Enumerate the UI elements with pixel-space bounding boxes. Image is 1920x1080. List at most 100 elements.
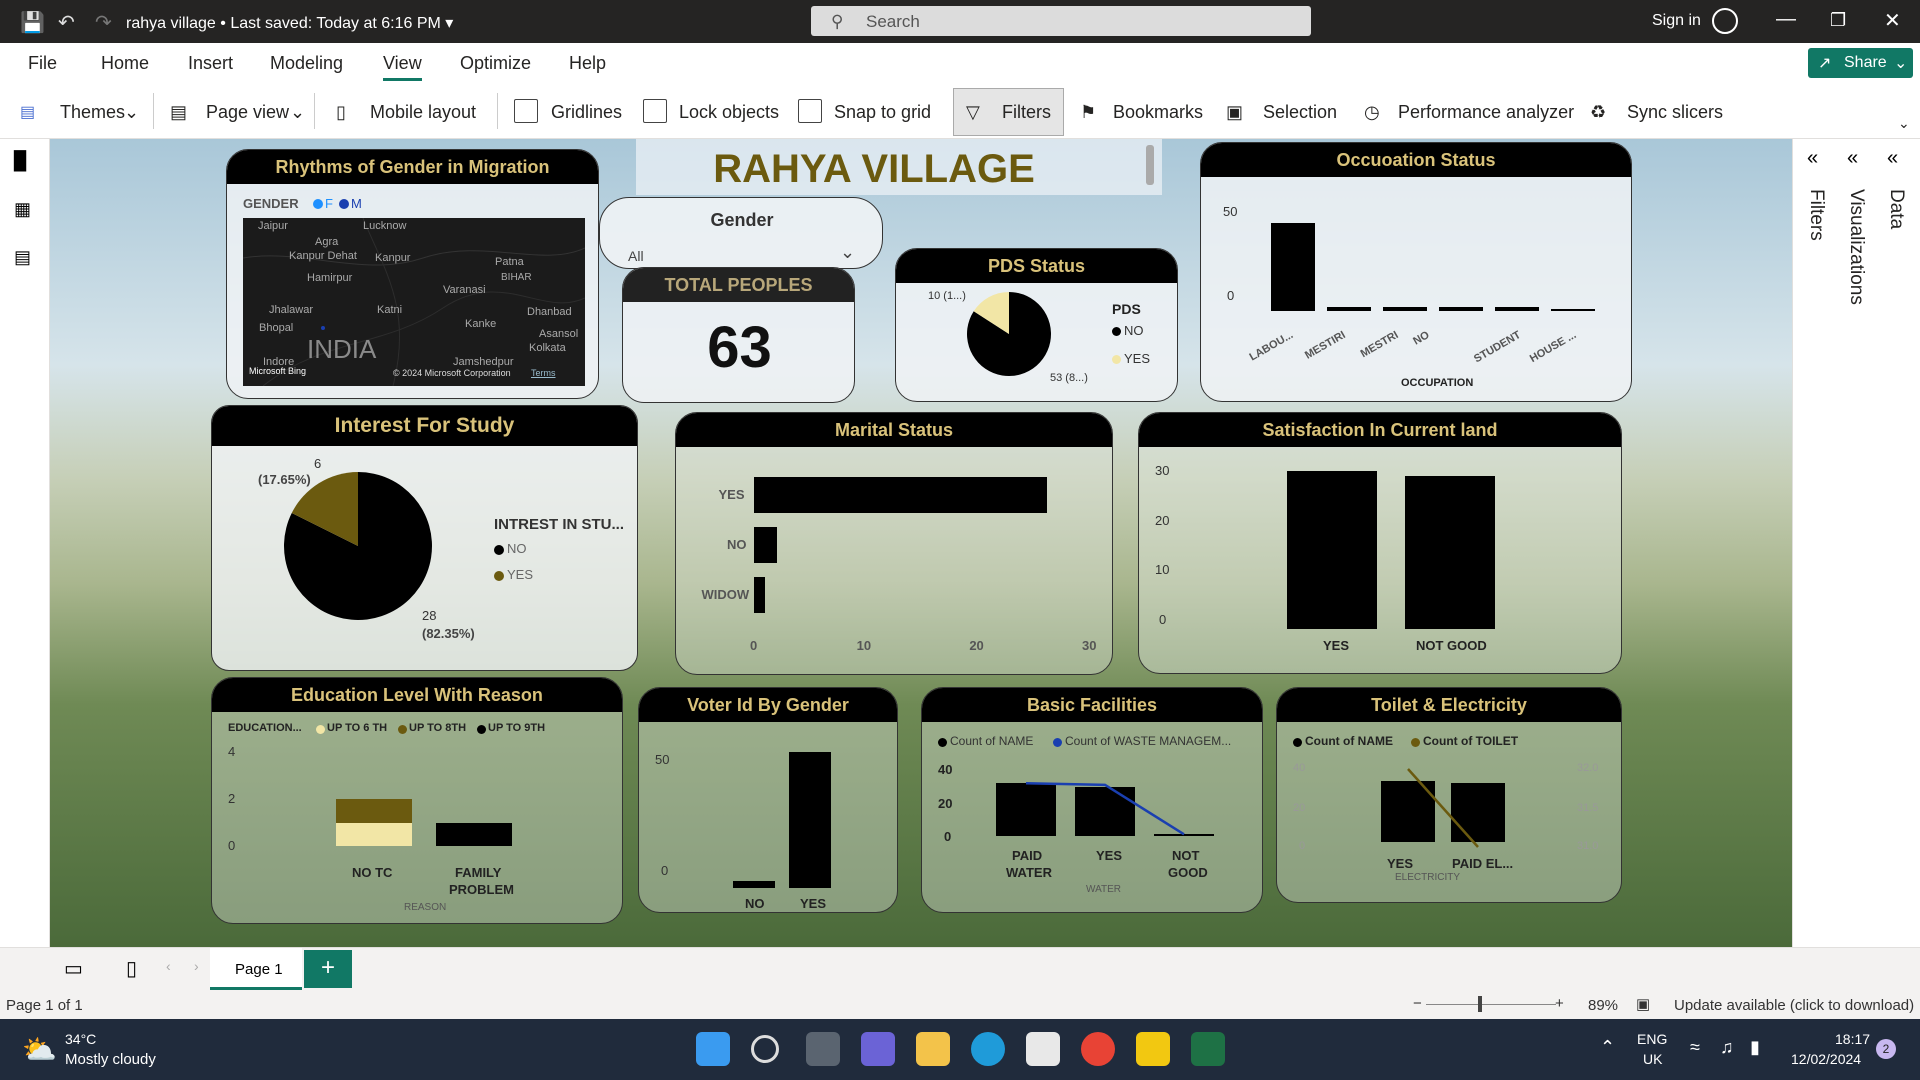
gridlines-label[interactable]: Gridlines: [551, 102, 622, 123]
map-visual[interactable]: Rhythms of Gender in Migration GENDER F …: [226, 149, 599, 399]
menu-modeling[interactable]: Modeling: [270, 53, 343, 74]
table-view-icon[interactable]: ▦: [14, 199, 31, 220]
lock-objects-label[interactable]: Lock objects: [679, 102, 779, 123]
mobile-layout-button[interactable]: Mobile layout: [370, 102, 476, 123]
filters-button[interactable]: ▽ Filters: [953, 88, 1064, 136]
fit-to-page-icon[interactable]: ▣: [1636, 995, 1650, 1013]
clock-date[interactable]: 12/02/2024: [1791, 1051, 1861, 1067]
restore-icon[interactable]: ❐: [1830, 10, 1846, 31]
search-icon[interactable]: [751, 1035, 779, 1063]
bar[interactable]: [789, 752, 831, 888]
occupation-visual[interactable]: Occuoation Status 50 0 LABOU... MESTIRI ME…: [1200, 142, 1632, 402]
teams-icon[interactable]: [861, 1032, 895, 1066]
menu-help[interactable]: Help: [569, 53, 606, 74]
education-visual[interactable]: Education Level With Reason EDUCATION...…: [211, 677, 623, 924]
model-view-icon[interactable]: ▤: [14, 247, 31, 268]
bar[interactable]: [754, 477, 1047, 513]
map-point[interactable]: [321, 326, 325, 330]
file-explorer-icon[interactable]: [916, 1032, 950, 1066]
map-canvas[interactable]: Jaipur Lucknow Agra Kanpur Dehat Kanpur …: [243, 218, 585, 386]
zoom-level[interactable]: 89%: [1588, 997, 1618, 1014]
page-view-button[interactable]: Page view: [206, 102, 289, 123]
chevron-down-icon[interactable]: ⌄: [290, 102, 305, 123]
wifi-icon[interactable]: ≈: [1690, 1037, 1700, 1058]
voter-id-visual[interactable]: Voter Id By Gender 50 0 NO YES: [638, 687, 898, 913]
menu-view[interactable]: View: [383, 53, 422, 81]
basic-facilities-visual[interactable]: Basic Facilities Count of NAME Count of …: [921, 687, 1263, 913]
share-button[interactable]: ↗ Share ⌄: [1808, 48, 1913, 78]
bar[interactable]: [754, 577, 766, 613]
power-bi-icon[interactable]: [1136, 1032, 1170, 1066]
search-box[interactable]: ⚲ Search: [811, 6, 1311, 36]
menu-home[interactable]: Home: [101, 53, 149, 74]
menu-file[interactable]: File: [28, 53, 57, 74]
series-line[interactable]: [1407, 768, 1479, 848]
task-view-icon[interactable]: [806, 1032, 840, 1066]
ribbon-collapse-icon[interactable]: ⌄: [1898, 115, 1910, 132]
study-pie[interactable]: [284, 472, 432, 620]
redo-icon[interactable]: ↷: [95, 10, 112, 35]
gridlines-checkbox[interactable]: [514, 99, 538, 123]
battery-icon[interactable]: ▮: [1750, 1037, 1760, 1058]
satisfaction-visual[interactable]: Satisfaction In Current land 30 20 10 0 …: [1138, 412, 1622, 674]
zoom-in-button[interactable]: +: [1555, 995, 1564, 1012]
bookmarks-button[interactable]: Bookmarks: [1113, 102, 1203, 123]
desktop-layout-icon[interactable]: ▭: [64, 956, 83, 981]
bar[interactable]: [1287, 470, 1377, 629]
pds-status-visual[interactable]: PDS Status 10 (1...) 53 (8...) PDS NO YE…: [895, 248, 1178, 402]
bar-segment[interactable]: [336, 799, 412, 823]
minimize-icon[interactable]: —: [1776, 8, 1796, 31]
store-icon[interactable]: [1026, 1032, 1060, 1066]
bar[interactable]: [733, 881, 775, 888]
selection-button[interactable]: Selection: [1263, 102, 1337, 123]
update-notice[interactable]: Update available (click to download): [1674, 997, 1914, 1014]
bar[interactable]: [1271, 222, 1315, 311]
chevron-up-icon[interactable]: ⌃: [1600, 1037, 1615, 1058]
volume-icon[interactable]: ♫: [1720, 1037, 1734, 1058]
bar[interactable]: [1405, 475, 1495, 629]
themes-button[interactable]: Themes: [60, 102, 125, 123]
undo-icon[interactable]: ↶: [58, 10, 75, 35]
close-icon[interactable]: ✕: [1884, 8, 1901, 33]
filters-panel-tab[interactable]: Filters: [1805, 189, 1827, 241]
performance-analyzer-button[interactable]: Performance analyzer: [1398, 102, 1574, 123]
slicer-value[interactable]: All: [628, 248, 644, 264]
sync-slicers-button[interactable]: Sync slicers: [1627, 102, 1723, 123]
report-view-icon[interactable]: ▉: [14, 151, 28, 172]
prev-page-icon[interactable]: ‹: [166, 958, 171, 974]
total-peoples-card[interactable]: TOTAL PEOPLES 63: [622, 267, 855, 403]
map-terms-link[interactable]: Terms: [531, 368, 556, 378]
menu-optimize[interactable]: Optimize: [460, 53, 531, 74]
zoom-out-button[interactable]: −: [1413, 995, 1422, 1012]
visualizations-panel-tab[interactable]: Visualizations: [1845, 189, 1867, 305]
menu-insert[interactable]: Insert: [188, 53, 233, 74]
clock-time[interactable]: 18:17: [1835, 1031, 1870, 1047]
marital-status-visual[interactable]: Marital Status YES NO WIDOW 0 10 20 30: [675, 412, 1113, 675]
tab-page-1[interactable]: Page 1: [210, 948, 302, 990]
add-page-button[interactable]: +: [304, 950, 352, 988]
bar-segment[interactable]: [436, 822, 512, 846]
save-icon[interactable]: 💾: [20, 10, 45, 35]
expand-visualizations-icon[interactable]: «: [1847, 147, 1858, 170]
chevron-down-icon[interactable]: ⌄: [840, 242, 855, 263]
bar[interactable]: [1439, 307, 1483, 311]
snap-to-grid-label[interactable]: Snap to grid: [834, 102, 931, 123]
bar[interactable]: [1551, 309, 1595, 311]
lock-objects-checkbox[interactable]: [643, 99, 667, 123]
next-page-icon[interactable]: ›: [194, 958, 199, 974]
toilet-electricity-visual[interactable]: Toilet & Electricity Count of NAME Count…: [1276, 687, 1622, 903]
bar[interactable]: [1327, 307, 1371, 311]
data-panel-tab[interactable]: Data: [1885, 189, 1907, 229]
zoom-slider-handle[interactable]: [1478, 996, 1482, 1012]
chrome-icon[interactable]: [1081, 1032, 1115, 1066]
account-icon[interactable]: [1712, 8, 1738, 34]
series-line[interactable]: [1025, 781, 1185, 836]
gender-slicer[interactable]: Gender All ⌄: [599, 197, 883, 269]
interest-study-visual[interactable]: Interest For Study 6 (17.65%) 28 (82.35%…: [211, 405, 638, 671]
edge-icon[interactable]: [971, 1032, 1005, 1066]
sign-in-button[interactable]: Sign in: [1652, 12, 1701, 30]
bar[interactable]: [754, 527, 777, 563]
scrollbar[interactable]: [1146, 145, 1154, 185]
snap-to-grid-checkbox[interactable]: [798, 99, 822, 123]
expand-filters-icon[interactable]: «: [1807, 147, 1818, 170]
